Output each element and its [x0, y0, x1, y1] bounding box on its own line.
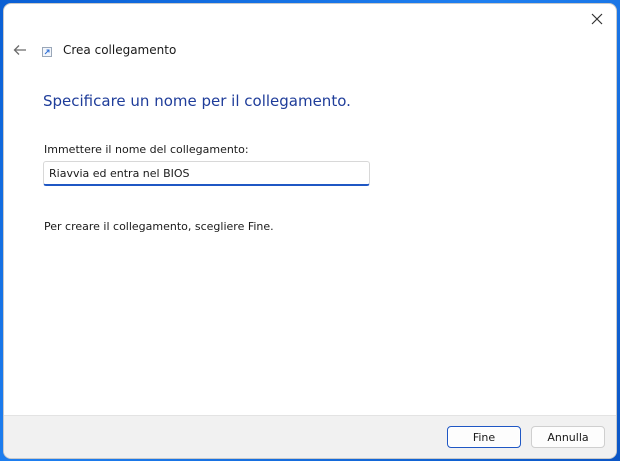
dialog-footer: Fine Annulla: [4, 415, 616, 458]
page-heading: Specificare un nome per il collegamento.: [43, 92, 351, 110]
wizard-header: Crea collegamento: [4, 36, 616, 66]
instruction-text: Per creare il collegamento, scegliere Fi…: [44, 220, 274, 233]
shortcut-name-label: Immettere il nome del collegamento:: [44, 143, 249, 156]
close-button[interactable]: [582, 4, 612, 34]
back-button[interactable]: [10, 40, 30, 60]
create-shortcut-dialog: Crea collegamento Specificare un nome pe…: [3, 3, 617, 459]
finish-button[interactable]: Fine: [447, 426, 521, 448]
back-arrow-icon: [13, 45, 26, 55]
cancel-button[interactable]: Annulla: [531, 426, 605, 448]
shortcut-name-input[interactable]: [43, 161, 370, 186]
wizard-title: Crea collegamento: [63, 43, 177, 57]
close-icon: [591, 13, 603, 25]
shortcut-icon: [42, 47, 52, 57]
